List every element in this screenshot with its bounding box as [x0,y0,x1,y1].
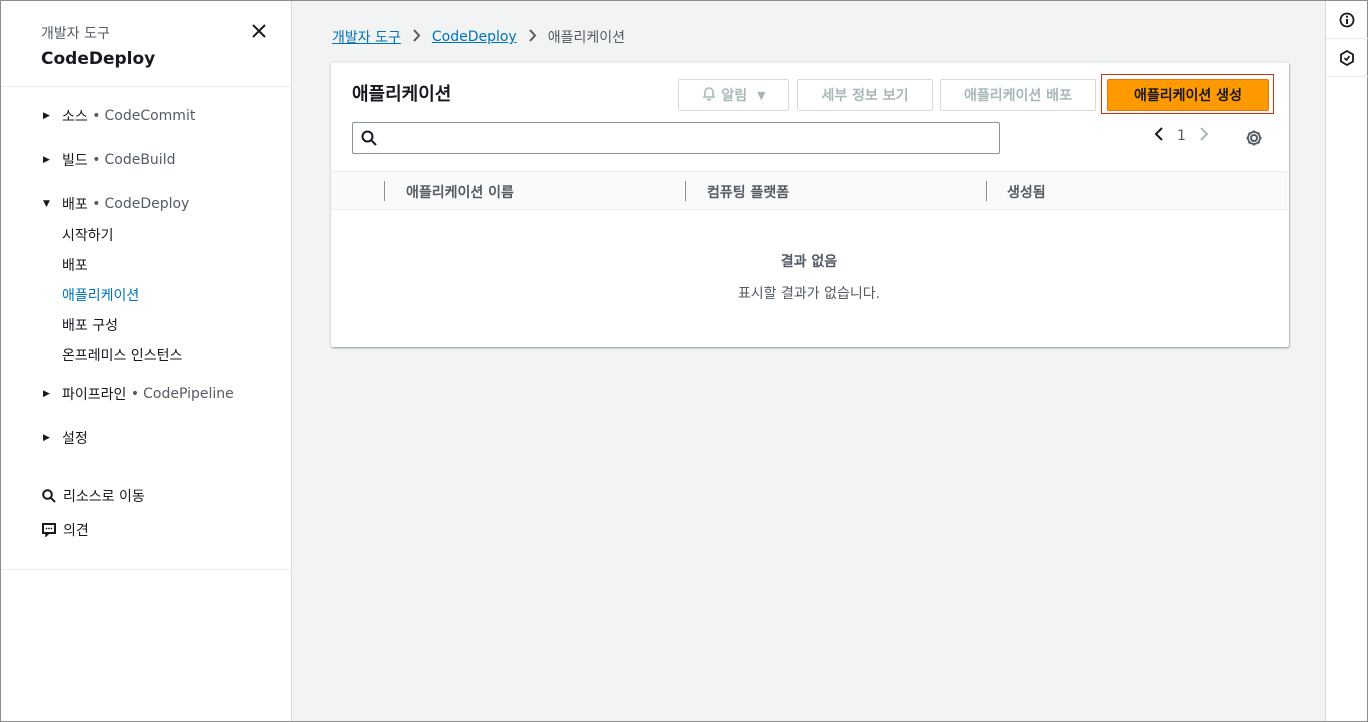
empty-message: 표시할 결과가 없습니다. [737,286,881,302]
search-icon [42,489,56,503]
nav-section-label: 빌드 [62,153,88,169]
nav-item-deployment-configs[interactable]: 배포 구성 [62,311,291,341]
nav-section-service: CodePipeline [143,386,234,402]
applications-table-container: 애플리케이션 알림 ▼ 세부 정보 보기 애플리케이션 배포 애플리케이션 생성… [331,62,1289,347]
caret-right-icon: ▶ [43,111,50,121]
breadcrumb-dev-tools[interactable]: 개발자 도구 [332,27,401,47]
breadcrumb: 개발자 도구 CodeDeploy 애플리케이션 [332,27,625,47]
chevron-right-icon [528,29,537,45]
column-divider[interactable] [986,181,987,201]
nav-section-label: 소스 [62,109,88,125]
nav-section-label: 파이프라인 [62,387,127,403]
nav-section-source[interactable]: ▶ 소스 • CodeCommit [43,105,291,127]
column-header-created[interactable]: 생성됨 [1007,182,1046,202]
feedback-link[interactable]: 의견 [42,513,291,547]
nav-item-getting-started[interactable]: 시작하기 [62,221,291,251]
caret-right-icon: ▶ [43,155,50,165]
caret-right-icon: ▶ [43,433,50,443]
hexagon-icon[interactable] [1326,39,1368,77]
caret-down-icon: ▼ [43,199,50,209]
side-navigation: 개발자 도구 CodeDeploy ▶ 소스 • CodeCommit ▶ 빌드… [1,1,292,721]
create-application-button[interactable]: 애플리케이션 생성 [1107,79,1269,111]
column-divider [384,181,385,201]
goto-resource-link[interactable]: 리소스로 이동 [42,479,291,513]
pagination: 1 [1149,126,1214,146]
page-title: 애플리케이션 [352,84,452,105]
divider [1,569,292,570]
feedback-label: 의견 [63,523,89,539]
column-header-platform[interactable]: 컴퓨팅 플랫폼 [707,182,789,202]
page-number[interactable]: 1 [1177,128,1186,144]
nav-utilities: 리소스로 이동 의견 [42,479,291,547]
search-input[interactable] [352,122,1000,154]
nav-section-settings[interactable]: ▶ 설정 [43,427,291,449]
sidebar-header: 개발자 도구 CodeDeploy [1,1,291,87]
caret-right-icon: ▶ [43,389,50,399]
notify-label: 알림 [721,88,748,104]
nav-item-applications[interactable]: 애플리케이션 [62,281,291,311]
tools-rail [1325,1,1368,721]
chevron-left-icon[interactable] [1149,126,1169,146]
nav-list: ▶ 소스 • CodeCommit ▶ 빌드 • CodeBuild ▼ 배포 … [1,87,291,547]
gear-icon[interactable] [1245,129,1263,151]
sidebar-title[interactable]: CodeDeploy [41,49,291,69]
info-icon[interactable] [1326,1,1368,39]
nav-section-pipeline[interactable]: ▶ 파이프라인 • CodePipeline [43,383,291,405]
nav-section-deploy[interactable]: ▼ 배포 • CodeDeploy [43,193,291,215]
goto-resource-label: 리소스로 이동 [63,489,145,505]
breadcrumb-current: 애플리케이션 [547,30,626,46]
feedback-icon [42,523,56,538]
view-details-button[interactable]: 세부 정보 보기 [797,79,933,111]
search-icon [361,130,377,150]
nav-section-label: 설정 [62,431,88,447]
nav-section-label: 배포 [62,197,88,213]
chevron-right-icon [412,29,421,45]
nav-item-deployments[interactable]: 배포 [62,251,291,281]
notify-dropdown-button[interactable]: 알림 ▼ [678,79,789,111]
separator-dot: • [87,196,101,212]
bell-icon [701,85,717,105]
separator-dot: • [126,386,140,402]
empty-title: 결과 없음 [780,254,838,270]
nav-section-service: CodeBuild [104,152,176,168]
chevron-right-icon[interactable] [1194,126,1214,146]
deploy-application-button[interactable]: 애플리케이션 배포 [940,79,1096,111]
deploy-subnav: 시작하기 배포 애플리케이션 배포 구성 온프레미스 인스턴스 [62,221,291,371]
breadcrumb-codedeploy[interactable]: CodeDeploy [432,29,517,45]
table-header: 애플리케이션 이름 컴퓨팅 플랫폼 생성됨 [331,171,1287,210]
nav-section-build[interactable]: ▶ 빌드 • CodeBuild [43,149,291,171]
column-header-name[interactable]: 애플리케이션 이름 [406,182,514,202]
separator-dot: • [87,152,101,168]
separator-dot: • [87,108,101,124]
caret-down-icon: ▼ [757,88,766,102]
nav-section-service: CodeDeploy [104,196,190,212]
empty-state: 결과 없음 표시할 결과가 없습니다. [331,251,1287,303]
close-icon[interactable] [249,21,269,41]
column-divider[interactable] [685,181,686,201]
nav-section-service: CodeCommit [104,108,196,124]
nav-item-onprem-instances[interactable]: 온프레미스 인스턴스 [62,341,291,371]
